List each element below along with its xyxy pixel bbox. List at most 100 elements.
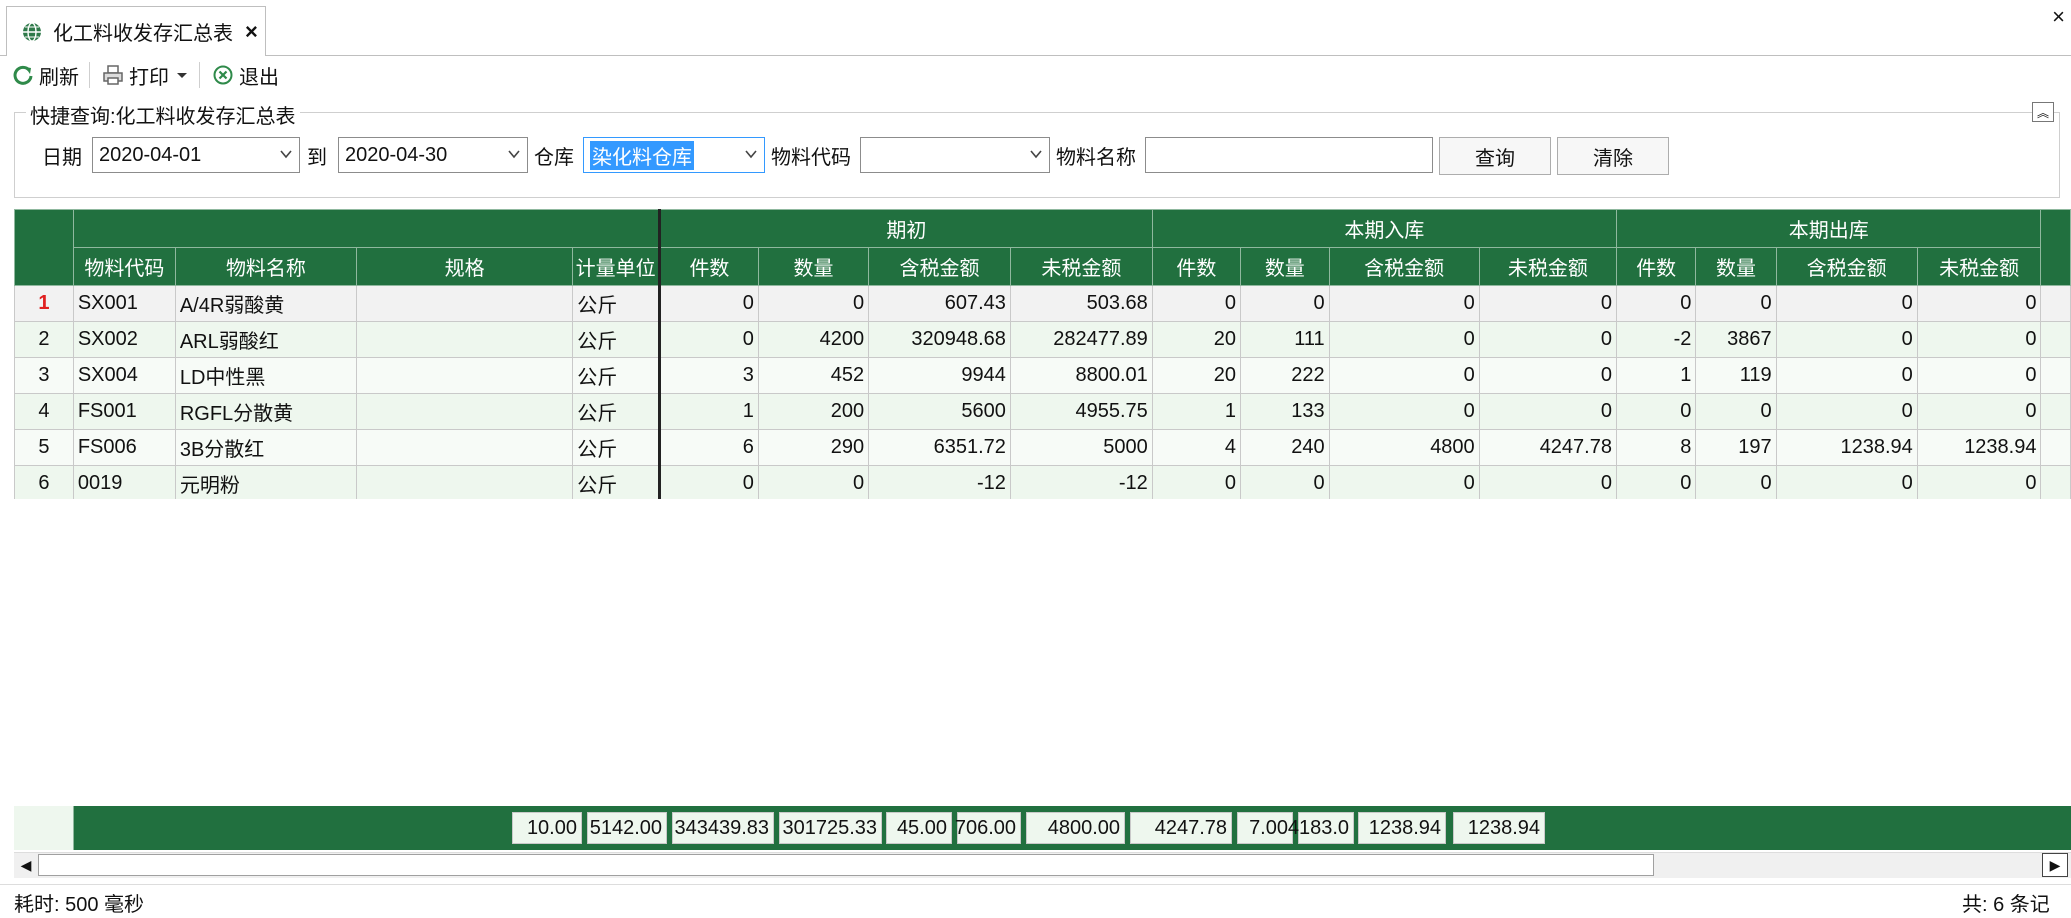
table-cell[interactable]: 0 [1695,285,1777,322]
table-cell[interactable]: SX002 [72,321,176,358]
table-cell[interactable]: -2 [1615,321,1697,358]
date-from-field[interactable]: 2020-04-01 [92,137,300,173]
warehouse-select[interactable]: 染化料仓库 [583,137,765,173]
table-cell[interactable]: 3B分散红 [174,429,358,466]
table-cell[interactable]: 111 [1240,321,1330,358]
table-cell[interactable]: 0 [1328,321,1480,358]
table-cell[interactable]: 1 [658,393,759,430]
table-cell[interactable]: 公斤 [572,321,661,358]
row-number[interactable]: 2 [14,321,74,358]
table-cell[interactable]: 9944 [868,357,1011,394]
column-header[interactable]: 数量 [757,247,870,286]
table-cell[interactable]: 0 [1916,393,2042,430]
table-cell[interactable] [356,357,574,394]
table-row[interactable]: 6 0019 元明粉 公斤 0 0 -12 -12 0 0 0 0 0 0 0 0 [14,465,2071,499]
table-cell[interactable]: 0 [658,321,759,358]
table-cell[interactable]: 0 [1328,393,1480,430]
row-number[interactable]: 6 [14,465,74,499]
column-header[interactable]: 件数 [658,247,759,286]
scroll-left-icon[interactable]: ◀ [14,853,38,877]
chevron-down-icon[interactable] [507,147,521,161]
table-cell[interactable]: 0 [1916,285,2042,322]
table-cell[interactable] [356,465,574,499]
table-cell[interactable]: RGFL分散黄 [174,393,358,430]
column-header[interactable]: 数量 [1240,247,1330,286]
table-cell[interactable]: 197 [1695,429,1777,466]
collapse-up-icon[interactable]: ︽ [2032,102,2054,122]
table-cell[interactable]: A/4R弱酸黄 [174,285,358,322]
table-cell[interactable]: 公斤 [572,357,661,394]
search-button[interactable]: 查询 [1439,137,1551,175]
table-cell[interactable]: 6 [658,429,759,466]
tab-summary-report[interactable]: 化工料收发存汇总表 × [6,6,266,56]
table-cell[interactable]: 0 [1916,465,2042,499]
table-cell[interactable]: 0 [1916,357,2042,394]
table-cell[interactable]: 0019 [72,465,176,499]
table-row[interactable]: 2 SX002 ARL弱酸红 公斤 0 4200 320948.68 282477.89 20 1… [14,321,2071,358]
clear-button[interactable]: 清除 [1557,137,1669,175]
table-cell[interactable]: 0 [1151,465,1242,499]
table-cell[interactable]: 452 [757,357,870,394]
table-row[interactable]: 1 SX001 A/4R弱酸黄 公斤 0 0 607.43 503.68 0 0 0 0 0 0 0 0 [14,285,2071,322]
table-cell[interactable]: SX004 [72,357,176,394]
chevron-down-icon[interactable] [1029,147,1043,161]
table-cell[interactable]: FS001 [72,393,176,430]
table-cell[interactable]: 公斤 [572,393,661,430]
scrollbar-thumb[interactable] [38,854,1654,876]
table-cell[interactable]: 0 [1775,321,1918,358]
table-cell[interactable]: 0 [1615,393,1697,430]
table-cell[interactable]: 1238.94 [1775,429,1918,466]
table-cell[interactable]: 8 [1615,429,1697,466]
table-cell[interactable]: 20 [1151,321,1242,358]
table-cell[interactable]: 0 [1151,285,1242,322]
table-cell[interactable]: 4247.78 [1478,429,1617,466]
table-row[interactable]: 4 FS001 RGFL分散黄 公斤 1 200 5600 4955.75 1 133 0 0 0 0 0 0 [14,393,2071,430]
table-cell[interactable]: 0 [1775,465,1918,499]
table-cell[interactable]: 3867 [1695,321,1777,358]
column-header[interactable]: 数量 [1695,247,1777,286]
column-header[interactable]: 计量单位 [572,247,661,286]
row-number[interactable]: 4 [14,393,74,430]
table-cell[interactable]: 1 [1151,393,1242,430]
row-number[interactable]: 3 [14,357,74,394]
table-cell[interactable]: 240 [1240,429,1330,466]
tab-close-icon[interactable]: × [245,19,258,45]
table-cell[interactable]: 0 [1775,393,1918,430]
table-cell[interactable]: 133 [1240,393,1330,430]
table-cell[interactable]: 0 [1328,465,1480,499]
table-cell[interactable]: 282477.89 [1009,321,1153,358]
material-name-input[interactable] [1145,137,1433,173]
table-cell[interactable]: 222 [1240,357,1330,394]
row-number[interactable]: 1 [14,285,74,322]
table-cell[interactable] [356,285,574,322]
table-cell[interactable]: 200 [757,393,870,430]
table-cell[interactable]: 1238.94 [1916,429,2042,466]
table-cell[interactable]: 0 [757,465,870,499]
table-cell[interactable]: LD中性黑 [174,357,358,394]
table-cell[interactable]: 5000 [1009,429,1153,466]
table-cell[interactable]: -12 [868,465,1011,499]
chevron-down-icon[interactable] [279,147,293,161]
table-cell[interactable]: 0 [1240,465,1330,499]
refresh-button[interactable]: 刷新 [12,61,79,90]
table-cell[interactable]: FS006 [72,429,176,466]
table-cell[interactable]: 0 [1775,285,1918,322]
table-cell[interactable]: 0 [1695,393,1777,430]
table-cell[interactable]: 0 [757,285,870,322]
material-code-select[interactable] [860,137,1050,173]
table-cell[interactable] [356,393,574,430]
table-cell[interactable]: 0 [1695,465,1777,499]
table-cell[interactable]: 290 [757,429,870,466]
table-cell[interactable]: 0 [1478,357,1617,394]
print-button[interactable]: 打印 [102,61,189,90]
scroll-right-icon[interactable]: ▶ [2042,853,2068,877]
table-cell[interactable]: 3 [658,357,759,394]
column-header[interactable]: 件数 [1151,247,1242,286]
table-cell[interactable]: 503.68 [1009,285,1153,322]
table-cell[interactable]: 0 [1615,285,1697,322]
table-cell[interactable]: 4 [1151,429,1242,466]
table-cell[interactable]: 4800 [1328,429,1480,466]
table-cell[interactable]: -12 [1009,465,1153,499]
table-cell[interactable]: ARL弱酸红 [174,321,358,358]
table-cell[interactable]: 0 [1478,465,1617,499]
